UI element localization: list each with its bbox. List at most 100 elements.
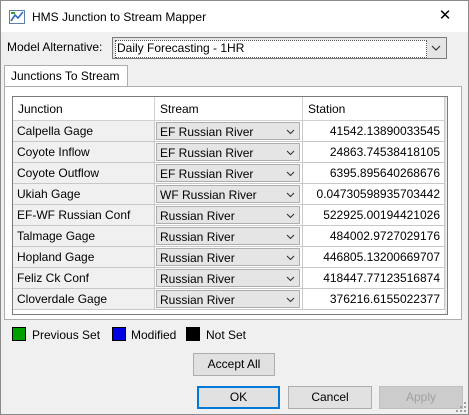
column-header-label: Junction <box>18 102 63 116</box>
table-row[interactable]: Hopland Gage Russian River 446805.132006… <box>13 247 447 268</box>
stream-dropdown[interactable]: Russian River <box>156 290 300 308</box>
chevron-down-icon <box>286 234 295 240</box>
junction-name: Feliz Ck Conf <box>17 271 90 285</box>
junction-name: Coyote Outflow <box>17 166 100 180</box>
stream-cell: EF Russian River <box>155 163 303 184</box>
stream-value: EF Russian River <box>160 167 254 181</box>
close-icon[interactable]: ✕ <box>433 5 457 27</box>
stream-value: Russian River <box>160 209 235 223</box>
resize-grip-icon[interactable] <box>456 402 466 412</box>
stream-dropdown[interactable]: Russian River <box>156 269 300 287</box>
scroll-up-arrow-icon[interactable] <box>446 97 448 114</box>
table-row[interactable]: Cloverdale Gage Russian River 376216.615… <box>13 289 447 310</box>
station-value: 376216.6155022377 <box>329 292 440 306</box>
station-value: 6395.895640268676 <box>329 166 440 180</box>
station-cell[interactable]: 0.04730598935703442 <box>303 184 445 205</box>
station-value: 41542.13890033545 <box>329 124 440 138</box>
junction-table: Junction Stream Station Calpella Gage EF… <box>12 96 448 315</box>
column-header-station[interactable]: Station <box>303 97 445 121</box>
station-value: 418447.77123516874 <box>323 271 440 285</box>
junction-cell: EF-WF Russian Conf <box>13 205 155 226</box>
junction-cell: Talmage Gage <box>13 226 155 247</box>
chevron-down-icon <box>286 171 295 177</box>
tab-label: Junctions To Stream <box>11 69 120 83</box>
stream-value: Russian River <box>160 230 235 244</box>
dialog-window: HMS Junction to Stream Mapper ✕ Model Al… <box>0 0 469 415</box>
legend-swatch <box>12 327 26 341</box>
model-alternative-select[interactable]: Daily Forecasting - 1HR <box>112 37 447 59</box>
window-title: HMS Junction to Stream Mapper <box>32 10 207 24</box>
stream-dropdown[interactable]: Russian River <box>156 248 300 266</box>
station-cell[interactable]: 41542.13890033545 <box>303 121 445 142</box>
stream-cell: EF Russian River <box>155 142 303 163</box>
junction-name: Cloverdale Gage <box>17 292 108 306</box>
station-cell[interactable]: 418447.77123516874 <box>303 268 445 289</box>
junction-name: Calpella Gage <box>17 124 94 138</box>
cancel-button[interactable]: Cancel <box>288 386 372 409</box>
stream-dropdown[interactable]: Russian River <box>156 227 300 245</box>
chevron-down-icon <box>286 150 295 156</box>
model-alternative-value: Daily Forecasting - 1HR <box>117 41 245 55</box>
station-value: 522925.00194421026 <box>323 208 440 222</box>
legend-swatch <box>112 327 126 341</box>
column-header-label: Stream <box>160 102 199 116</box>
ok-button[interactable]: OK <box>197 386 280 409</box>
station-value: 484002.9727029176 <box>329 229 440 243</box>
stream-dropdown[interactable]: WF Russian River <box>156 185 300 203</box>
scroll-down-arrow-icon[interactable] <box>446 283 448 300</box>
stream-cell: Russian River <box>155 247 303 268</box>
junction-name: EF-WF Russian Conf <box>17 208 131 222</box>
stream-cell: Russian River <box>155 205 303 226</box>
station-value: 0.04730598935703442 <box>316 187 440 201</box>
stream-value: WF Russian River <box>160 188 257 202</box>
stream-value: EF Russian River <box>160 125 254 139</box>
column-header-stream[interactable]: Stream <box>155 97 303 121</box>
stream-dropdown[interactable]: EF Russian River <box>156 122 300 140</box>
accept-all-button[interactable]: Accept All <box>193 353 275 376</box>
junction-name: Ukiah Gage <box>17 187 81 201</box>
title-bar[interactable]: HMS Junction to Stream Mapper ✕ <box>1 1 468 32</box>
station-value: 24863.74538418105 <box>329 145 440 159</box>
chevron-down-icon <box>286 129 295 135</box>
junction-cell: Coyote Inflow <box>13 142 155 163</box>
stream-cell: Russian River <box>155 268 303 289</box>
column-header-junction[interactable]: Junction <box>13 97 155 121</box>
station-cell[interactable]: 376216.6155022377 <box>303 289 445 310</box>
junction-cell: Cloverdale Gage <box>13 289 155 310</box>
chevron-down-icon <box>286 255 295 261</box>
stream-value: EF Russian River <box>160 146 254 160</box>
junction-cell: Feliz Ck Conf <box>13 268 155 289</box>
stream-dropdown[interactable]: EF Russian River <box>156 164 300 182</box>
vertical-scrollbar[interactable] <box>445 97 448 314</box>
column-header-label: Station <box>308 102 346 116</box>
stream-cell: Russian River <box>155 226 303 247</box>
station-cell[interactable]: 446805.13200669707 <box>303 247 445 268</box>
junction-cell: Calpella Gage <box>13 121 155 142</box>
table-row[interactable]: Coyote Inflow EF Russian River 24863.745… <box>13 142 447 163</box>
station-cell[interactable]: 6395.895640268676 <box>303 163 445 184</box>
junction-name: Talmage Gage <box>17 229 96 243</box>
apply-button[interactable]: Apply <box>379 386 463 409</box>
table-row[interactable]: Feliz Ck Conf Russian River 418447.77123… <box>13 268 447 289</box>
table-row[interactable]: EF-WF Russian Conf Russian River 522925.… <box>13 205 447 226</box>
junction-name: Coyote Inflow <box>17 145 90 159</box>
chevron-down-icon <box>286 276 295 282</box>
station-cell[interactable]: 522925.00194421026 <box>303 205 445 226</box>
chevron-down-icon <box>286 192 295 198</box>
stream-dropdown[interactable]: EF Russian River <box>156 143 300 161</box>
chevron-down-icon <box>286 297 295 303</box>
station-cell[interactable]: 24863.74538418105 <box>303 142 445 163</box>
legend-label: Previous Set <box>32 328 101 342</box>
table-row[interactable]: Talmage Gage Russian River 484002.972702… <box>13 226 447 247</box>
stream-dropdown[interactable]: Russian River <box>156 206 300 224</box>
table-row[interactable]: Calpella Gage EF Russian River 41542.138… <box>13 121 447 142</box>
tab-junctions-to-stream[interactable]: Junctions To Stream <box>4 65 128 87</box>
station-cell[interactable]: 484002.9727029176 <box>303 226 445 247</box>
legend-label: Modified <box>131 328 177 342</box>
tab-panel: Junction Stream Station Calpella Gage EF… <box>4 86 462 320</box>
stream-value: Russian River <box>160 293 235 307</box>
chevron-down-icon <box>286 213 295 219</box>
table-row[interactable]: Coyote Outflow EF Russian River 6395.895… <box>13 163 447 184</box>
station-value: 446805.13200669707 <box>323 250 440 264</box>
table-row[interactable]: Ukiah Gage WF Russian River 0.0473059893… <box>13 184 447 205</box>
